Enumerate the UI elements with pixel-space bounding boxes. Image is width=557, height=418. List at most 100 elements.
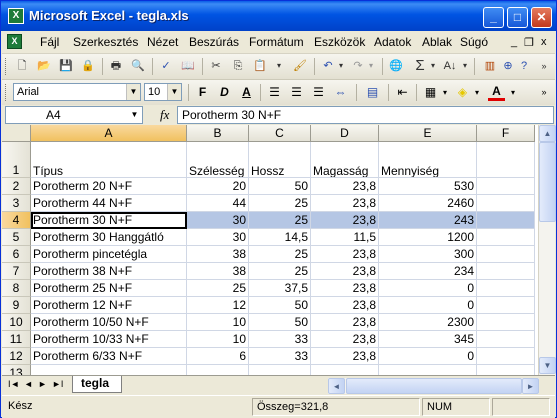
print-icon[interactable]: 🖶 [108,58,124,74]
cell-col-b[interactable]: 6 [187,348,249,365]
cell-col-c[interactable]: 25 [249,263,311,280]
toolbar-options-icon-2[interactable]: » [538,84,550,101]
chevron-down-icon[interactable]: ▼ [167,84,181,100]
cell-col-f[interactable] [477,280,535,297]
formula-input[interactable]: Porotherm 30 N+F [177,106,554,124]
row-header-2[interactable]: 2 [2,178,31,195]
next-sheet-icon[interactable]: ► [38,379,47,389]
cell-col-a[interactable]: Porotherm 20 N+F [31,178,187,195]
save-icon[interactable]: 💾 [58,58,74,74]
cell-col-c[interactable]: 33 [249,331,311,348]
cell-col-d[interactable]: 23,8 [311,297,379,314]
column-header-a[interactable]: A [31,125,187,142]
font-color-dropdown-icon[interactable]: ▾ [508,84,518,101]
maximize-button[interactable]: □ [507,7,528,28]
currency-icon[interactable]: ▤ [364,84,381,101]
cell-col-a[interactable]: Porotherm 38 N+F [31,263,187,280]
name-box[interactable]: A4 ▼ [5,106,143,124]
cell-col-f[interactable] [477,246,535,263]
align-left-icon[interactable]: ☰ [266,84,283,101]
cell-col-f[interactable] [477,195,535,212]
cell-col-a[interactable]: Porotherm 44 N+F [31,195,187,212]
borders-dropdown-icon[interactable]: ▾ [440,84,450,101]
cell-col-c[interactable]: 25 [249,212,311,229]
column-header-e[interactable]: E [379,125,477,142]
borders-icon[interactable]: ▦ [422,84,439,101]
cell-col-f[interactable] [477,178,535,195]
toolbar-grip-2[interactable] [5,84,9,101]
cell-col-b[interactable]: 25 [187,280,249,297]
format-painter-icon[interactable]: 🖌 [292,58,308,74]
cell-col-f[interactable] [477,365,535,375]
excel-icon[interactable]: X [8,8,24,24]
merge-center-icon[interactable]: ⇔ [332,84,349,101]
font-color-icon[interactable]: A [488,84,505,101]
minimize-button[interactable]: _ [483,7,504,28]
cell-col-e[interactable]: 2460 [379,195,477,212]
cell-col-c[interactable]: 33 [249,348,311,365]
autosum-icon[interactable]: Σ [412,58,428,74]
hyperlink-icon[interactable]: 🌐 [388,58,404,74]
cut-icon[interactable]: ✂ [208,58,224,74]
align-right-icon[interactable]: ☰ [310,84,327,101]
scroll-left-icon[interactable]: ◄ [328,378,345,394]
cell-col-e[interactable]: 0 [379,348,477,365]
doc-restore-button[interactable]: ❐ [524,36,534,49]
cell-col-f[interactable] [477,331,535,348]
horizontal-scrollbar[interactable]: ◄ ► [328,378,539,394]
undo-dropdown-icon[interactable]: ▾ [336,58,346,74]
first-sheet-icon[interactable]: I◄ [8,379,19,389]
doc-minimize-button[interactable]: _ [511,36,517,48]
autosum-dropdown-icon[interactable]: ▾ [428,58,438,74]
scroll-down-icon[interactable]: ▼ [539,357,556,374]
cell-col-a[interactable]: Porotherm 30 Hanggátló [31,229,187,246]
close-button[interactable]: ✕ [531,7,552,28]
column-header-f[interactable]: F [477,125,535,142]
cell-col-a[interactable]: Porotherm 12 N+F [31,297,187,314]
cell-col-d[interactable] [311,365,379,375]
horizontal-scroll-thumb[interactable] [346,378,522,394]
print-preview-icon[interactable]: 🔍 [130,58,146,74]
cell-col-b[interactable]: 10 [187,331,249,348]
cell-col-e[interactable]: 345 [379,331,477,348]
menu-insert[interactable]: Beszúrás [189,35,239,49]
cell-col-a[interactable]: Porotherm 6/33 N+F [31,348,187,365]
vertical-scroll-thumb[interactable] [539,142,556,222]
cell-col-c[interactable]: 50 [249,178,311,195]
cell-col-c[interactable]: 25 [249,246,311,263]
vertical-scrollbar[interactable]: ▲ ▼ [538,125,556,375]
align-center-icon[interactable]: ☰ [288,84,305,101]
row-header-6[interactable]: 6 [2,246,31,263]
redo-icon[interactable]: ↷ [350,58,366,74]
cell-col-a[interactable]: Porotherm 10/33 N+F [31,331,187,348]
menu-tools[interactable]: Eszközök [314,35,365,49]
cell-col-f[interactable] [477,314,535,331]
cell-col-f[interactable] [477,348,535,365]
toolbar-grip[interactable] [5,58,9,75]
row-header-1[interactable]: 1 [2,142,31,178]
row-header-11[interactable]: 11 [2,331,31,348]
cell-col-f[interactable] [477,142,535,178]
cell-col-b[interactable]: 10 [187,314,249,331]
cell-col-a[interactable]: Típus [31,142,187,178]
cell-col-b[interactable]: 44 [187,195,249,212]
cell-col-b[interactable] [187,365,249,375]
sort-dropdown-icon[interactable]: ▾ [460,58,470,74]
row-header-9[interactable]: 9 [2,297,31,314]
underline-button[interactable]: A [238,84,255,101]
cell-col-e[interactable]: 0 [379,297,477,314]
column-header-d[interactable]: D [311,125,379,142]
cell-col-b[interactable]: 30 [187,229,249,246]
cell-col-c[interactable]: 50 [249,297,311,314]
cell-col-a[interactable]: Porotherm 25 N+F [31,280,187,297]
redo-dropdown-icon[interactable]: ▾ [366,58,376,74]
cell-col-a[interactable]: Porotherm 10/50 N+F [31,314,187,331]
menu-data[interactable]: Adatok [374,35,411,49]
last-sheet-icon[interactable]: ►I [52,379,63,389]
cell-col-a[interactable]: Porotherm 30 N+F [31,212,187,229]
chart-wizard-icon[interactable]: ▥ [482,58,498,74]
row-header-5[interactable]: 5 [2,229,31,246]
row-header-8[interactable]: 8 [2,280,31,297]
fill-dropdown-icon[interactable]: ▾ [472,84,482,101]
menu-file[interactable]: Fájl [40,35,59,49]
